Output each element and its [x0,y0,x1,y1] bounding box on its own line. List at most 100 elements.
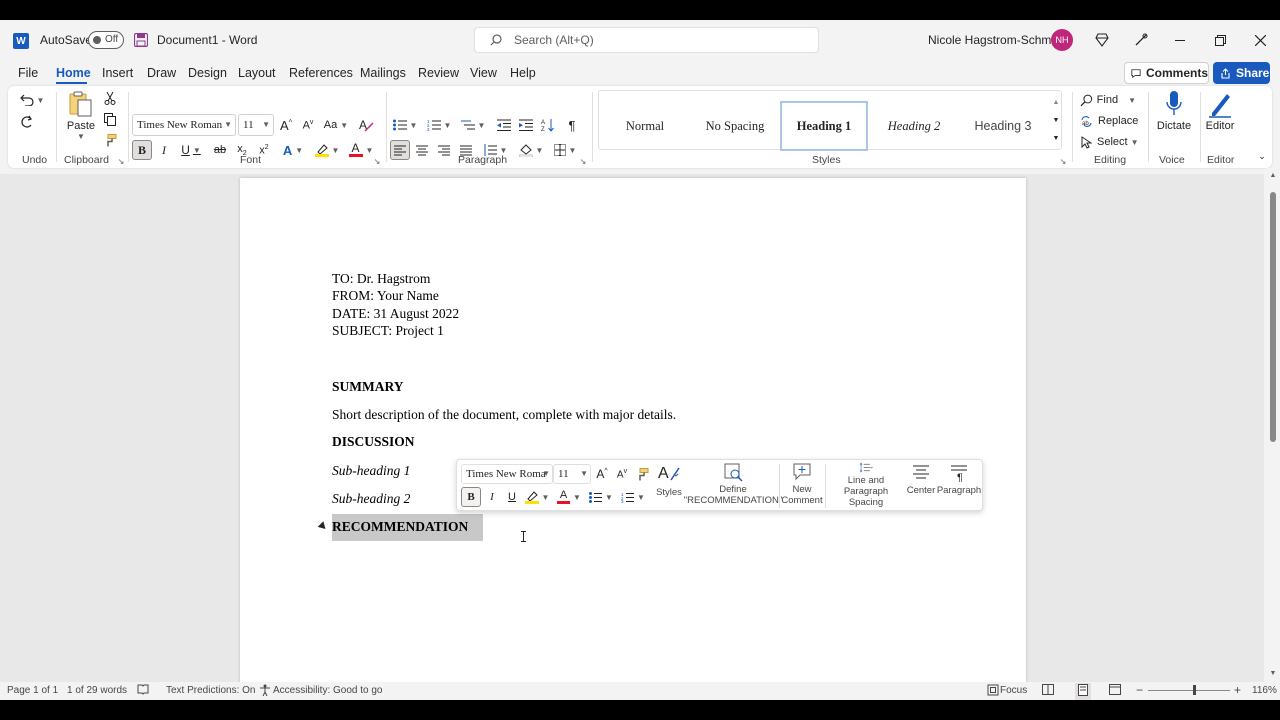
strikethrough-button[interactable]: ab [210,140,230,160]
mini-define-button[interactable]: Define "RECOMMENDATION" [684,462,782,508]
mini-center-button[interactable]: Center [905,462,937,508]
style-no-spacing[interactable]: No Spacing [691,101,779,151]
mini-font-size-combo[interactable]: 11 ▼ [553,464,591,484]
borders-button[interactable]: ▼ [550,140,580,160]
read-mode-icon[interactable] [1042,684,1054,698]
mini-underline-button[interactable]: U [503,487,521,507]
clipboard-launcher-icon[interactable]: ↘ [116,156,126,166]
minimize-icon[interactable] [1170,30,1190,50]
increase-indent-button[interactable] [516,114,536,136]
select-button[interactable]: Select ▼ [1080,132,1144,152]
print-layout-icon[interactable] [1075,683,1091,700]
memo-subject-line[interactable]: SUBJECT: Project 1 [332,323,444,339]
redo-button[interactable] [16,112,38,132]
tab-layout[interactable]: Layout [238,66,276,80]
summary-paragraph[interactable]: Short description of the document, compl… [332,407,676,423]
paragraph-launcher-icon[interactable]: ↘ [578,156,588,166]
highlight-button[interactable]: ▼ [312,140,342,160]
zoom-level[interactable]: 116% [1252,685,1277,696]
mini-font-color-button[interactable]: A ▼ [555,487,583,507]
tab-view[interactable]: View [470,66,497,80]
align-right-button[interactable] [434,140,454,160]
style-heading-3[interactable]: Heading 3 [959,101,1047,151]
scroll-up-icon[interactable]: ▲ [1268,170,1278,180]
mini-highlight-button[interactable]: ▼ [523,487,551,507]
subheading-1[interactable]: Sub-heading 1 [332,463,410,479]
align-left-button[interactable] [390,140,410,160]
font-size-combo[interactable]: 11 ▼ [238,114,274,136]
heading-discussion[interactable]: DISCUSSION [332,434,415,450]
mini-italic-button[interactable]: I [483,487,501,507]
grow-font-button[interactable]: A^ [276,114,296,136]
memo-date-line[interactable]: DATE: 31 August 2022 [332,306,459,322]
mini-paragraph-button[interactable]: ¶ Paragraph [937,462,981,508]
underline-button[interactable]: U ▼ [176,140,206,160]
mini-font-name-combo[interactable]: Times New Roma ▼ [461,464,553,484]
memo-to-line[interactable]: TO: Dr. Hagstrom [332,271,430,287]
restore-icon[interactable] [1210,30,1230,50]
decrease-indent-button[interactable] [494,114,514,136]
tab-file[interactable]: File [18,66,38,80]
mini-bullets-button[interactable]: ▼ [587,487,615,507]
web-layout-icon[interactable] [1109,684,1121,698]
cut-icon[interactable] [102,90,118,106]
mini-shrink-font-button[interactable]: Av [613,464,631,484]
tab-mailings[interactable]: Mailings [360,66,406,80]
mini-bold-button[interactable]: B [461,487,481,507]
tab-design[interactable]: Design [188,66,227,80]
subheading-2[interactable]: Sub-heading 2 [332,491,410,507]
mini-line-spacing-button[interactable]: Line and Paragraph Spacing [827,462,905,508]
mini-numbering-button[interactable]: 1 2 3 ▼ [619,487,647,507]
tab-home[interactable]: Home [56,66,91,80]
accessibility-status[interactable]: Accessibility: Good to go [273,685,383,696]
word-count[interactable]: 1 of 29 words [67,685,127,696]
mini-format-painter-button[interactable] [633,464,651,484]
tab-references[interactable]: References [289,66,353,80]
styles-scroll-up-icon[interactable]: ▲ [1051,95,1061,109]
save-icon[interactable] [133,32,149,48]
style-normal[interactable]: Normal [601,101,689,151]
show-marks-button[interactable]: ¶ [562,114,582,136]
sort-button[interactable]: AZ [538,114,558,136]
shading-button[interactable]: ▼ [516,140,546,160]
zoom-in-icon[interactable]: + [1234,683,1241,697]
bullets-button[interactable]: ▼ [390,114,420,136]
numbering-button[interactable]: 1 2 3 ▼ [424,114,454,136]
styles-launcher-icon[interactable]: ↘ [1058,156,1068,166]
premium-diamond-icon[interactable] [1094,32,1110,48]
zoom-slider[interactable] [1148,690,1230,691]
vertical-scrollbar[interactable]: ▲ ▼ [1266,168,1280,682]
dictate-button[interactable]: Dictate [1152,90,1196,150]
user-name[interactable]: Nicole Hagstrom-Schmidt [928,33,1064,47]
italic-button[interactable]: I [154,140,174,160]
undo-button[interactable]: ▼ [18,90,46,110]
paste-button[interactable]: Paste ▼ [64,90,98,150]
search-box[interactable]: Search (Alt+Q) [474,27,819,53]
focus-button[interactable]: Focus [1000,685,1027,696]
styles-more-icon[interactable]: ▼ [1051,131,1061,145]
scroll-down-icon[interactable]: ▼ [1268,668,1278,678]
autosave-toggle[interactable]: Off [88,31,124,49]
tab-draw[interactable]: Draw [147,66,176,80]
page-count[interactable]: Page 1 of 1 [7,685,58,696]
change-case-button[interactable]: Aa ▼ [322,114,350,136]
shrink-font-button[interactable]: Av [298,114,318,136]
collapse-heading-icon[interactable] [317,521,329,532]
font-name-combo[interactable]: Times New Roman ▼ [132,114,236,136]
find-button[interactable]: Find ▼ [1080,90,1136,110]
bold-button[interactable]: B [132,140,152,160]
heading-recommendation[interactable]: RECOMMENDATION [332,519,468,535]
text-effects-button[interactable]: A ▼ [278,140,308,160]
styles-scroll-down-icon[interactable]: ▼ [1051,113,1061,127]
document-page[interactable]: TO: Dr. Hagstrom FROM: Your Name DATE: 3… [240,178,1026,698]
style-heading-2[interactable]: Heading 2 [870,101,958,151]
heading-summary[interactable]: SUMMARY [332,379,404,395]
style-heading-1[interactable]: Heading 1 [780,101,868,151]
replace-button[interactable]: ab Replace [1080,111,1144,131]
tab-insert[interactable]: Insert [102,66,133,80]
tab-help[interactable]: Help [510,66,536,80]
editor-button[interactable]: Editor [1202,90,1238,150]
avatar[interactable]: NH [1051,29,1073,51]
zoom-out-icon[interactable]: − [1136,683,1143,697]
mini-new-comment-button[interactable]: New Comment [781,462,823,508]
